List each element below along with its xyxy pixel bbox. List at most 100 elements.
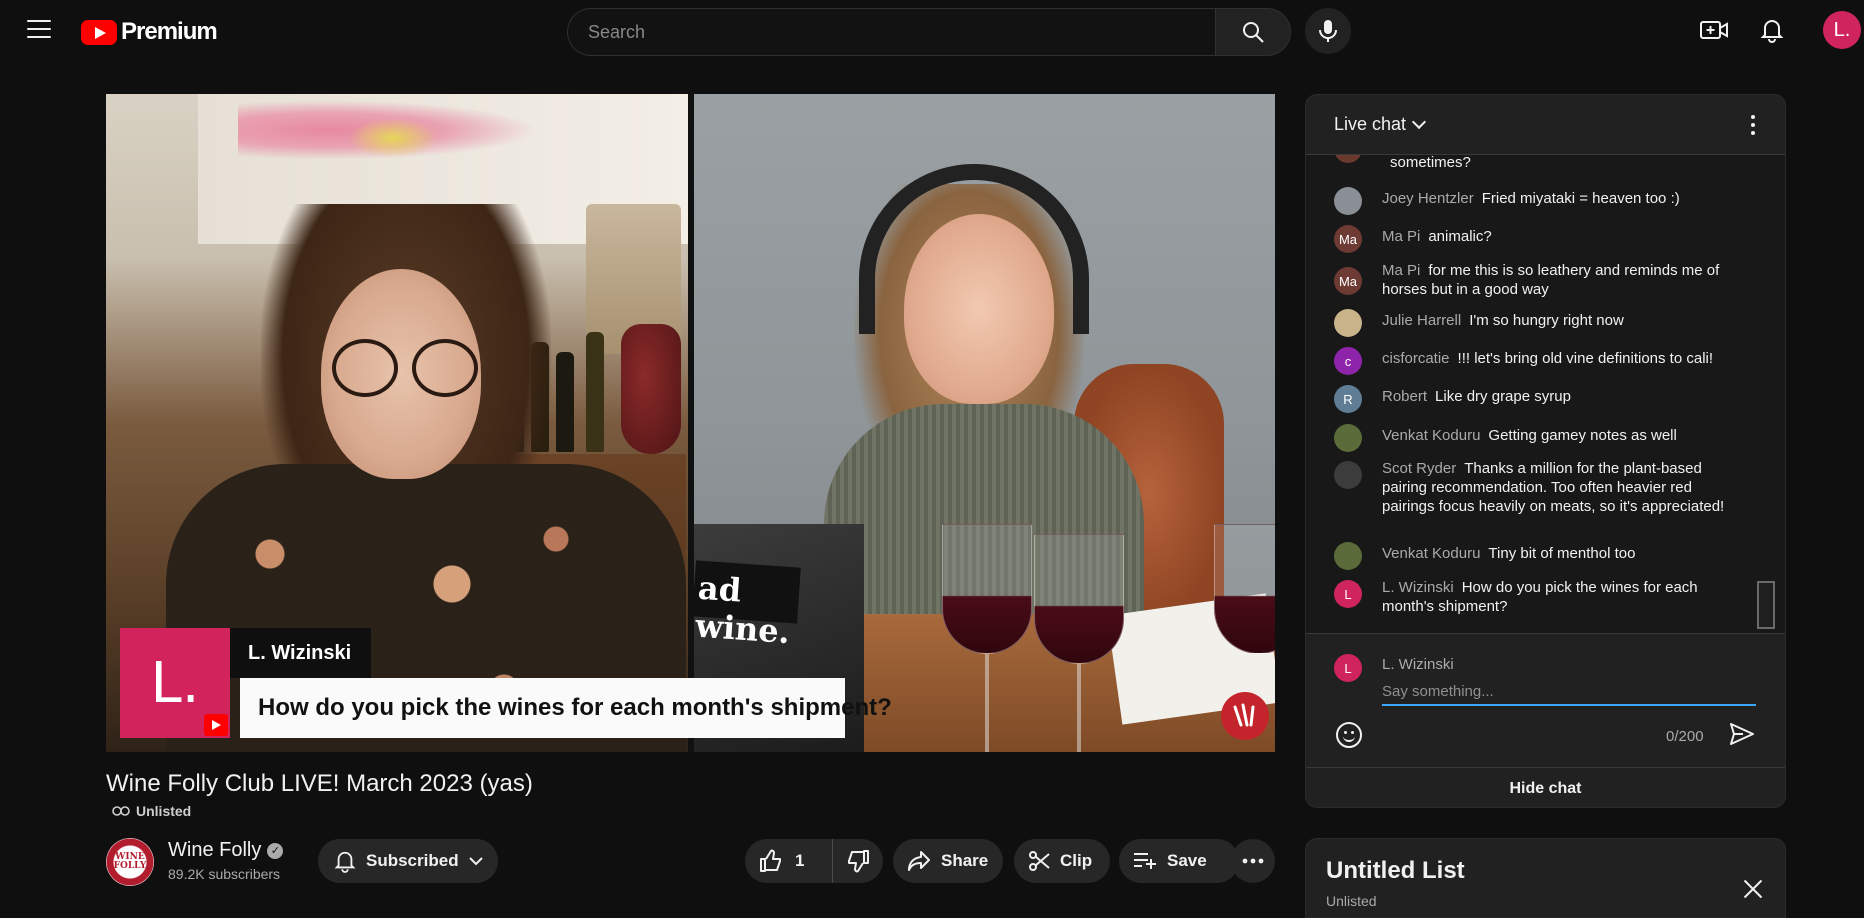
microphone-icon [1319,20,1337,42]
subscribed-button[interactable]: Subscribed [318,839,498,883]
chat-avatar: L [1334,580,1362,608]
channel-watermark-icon[interactable] [1221,692,1269,740]
chat-author: cisforcatie [1382,350,1450,367]
chat-message: L L. Wizinski How do you pick the wines f… [1334,578,1734,616]
more-horizontal-icon [1242,858,1264,864]
chat-avatar [1334,424,1362,452]
chat-scrollbar[interactable] [1757,581,1775,629]
playlist-panel: Untitled List Unlisted [1305,838,1786,918]
emoji-icon[interactable] [1336,722,1362,748]
chat-message: c cisforcatie !!! let's bring old vine de… [1334,347,1734,375]
close-icon[interactable] [1743,879,1763,899]
chat-input-area: L L. Wizinski 0/200 [1306,633,1785,767]
chat-more-icon[interactable] [1751,115,1755,135]
notifications-button[interactable] [1756,14,1788,46]
search-bar [567,8,1291,56]
chat-avatar [1334,187,1362,215]
chat-text: Fried miyataki = heaven too :) [1481,190,1680,207]
channel-name-link[interactable]: Wine Folly ✓ [168,839,284,862]
dislike-button[interactable] [833,839,883,883]
chat-avatar: c [1334,347,1362,375]
create-button[interactable] [1698,14,1730,46]
channel-avatar[interactable]: WINE FOLLY [106,838,154,886]
chat-message: Julie Harrell I'm so hungry right now [1334,309,1734,337]
chat-message: R Robert Like dry grape syrup [1334,385,1734,413]
chat-text: Like dry grape syrup [1435,388,1571,405]
chat-title: Live chat [1334,114,1407,134]
link-icon [112,806,130,816]
laptop-sticker: ad wine. [692,560,801,651]
chat-message-input[interactable] [1382,678,1756,706]
like-button[interactable]: 1 [745,839,833,883]
save-label: Save [1167,851,1207,870]
subscriber-count: 89.2K subscribers [168,866,281,882]
youtube-premium-logo[interactable]: Premium [81,18,218,46]
video-player[interactable]: ad wine. L. L. Wizinski How do you pick … [106,94,1275,752]
chat-avatar [1334,309,1362,337]
chat-message: Ma Ma Pi animalic? [1334,225,1734,253]
clip-button[interactable]: Clip [1014,839,1110,883]
chat-message: Scot Ryder Thanks a million for the plant… [1334,459,1734,516]
chat-avatar: Ma [1334,225,1362,253]
chat-text: sometimes? [1390,155,1471,171]
lower-third-name: L. Wizinski [230,628,372,678]
visibility-label: Unlisted [136,803,192,819]
top-bar: Premium L. [0,0,1864,62]
more-actions-button[interactable] [1231,839,1275,883]
chat-text: animalic? [1428,228,1492,245]
chat-avatar [1334,461,1362,489]
chevron-down-icon [468,857,483,866]
lower-third-question: How do you pick the wines for each month… [240,678,892,738]
chat-mode-selector[interactable]: Live chat [1334,114,1427,135]
bell-icon [1760,20,1784,43]
verified-check-icon: ✓ [267,842,284,859]
chat-author: L. Wizinski [1382,579,1454,596]
chat-avatar: R [1334,385,1362,413]
video-plus-icon [1700,21,1728,39]
chat-author: Joey Hentzler [1382,190,1474,207]
share-label: Share [941,851,989,870]
chat-message: Joey Hentzler Fried miyataki = heaven too… [1334,187,1734,215]
visibility-badge: Unlisted [112,803,191,819]
chat-author: Ma Pi [1382,228,1421,245]
scissors-icon [1029,851,1050,871]
youtube-small-icon [204,714,228,736]
menu-icon[interactable] [27,20,51,38]
video-right-panel: ad wine. [692,94,1275,752]
chat-text: !!! let's bring old vine definitions to … [1457,350,1714,367]
share-arrow-icon [908,851,930,871]
search-button[interactable] [1215,8,1291,56]
wine-glass [942,524,1032,654]
chat-input-avatar: L [1334,654,1362,682]
chat-author: Scot Ryder [1382,460,1457,477]
voice-search-button[interactable] [1305,8,1351,54]
chat-avatar [1334,155,1362,163]
chat-input-name: L. Wizinski [1382,656,1454,673]
chat-message: Venkat Koduru Tiny bit of menthol too [1334,542,1734,570]
live-chat-panel: Live chat sometimes? Joey Hentzler Fried … [1305,94,1786,808]
chat-text: Getting gamey notes as well [1488,427,1677,444]
glasses [326,339,478,397]
account-avatar[interactable]: L. [1823,11,1861,49]
clip-label: Clip [1060,851,1093,870]
chat-author: Julie Harrell [1382,312,1462,329]
chat-message: Ma Ma Pi for me this is so leathery and r… [1334,261,1734,299]
chat-messages: sometimes? Joey Hentzler Fried miyataki =… [1306,155,1785,633]
chat-message: Venkat Koduru Getting gamey notes as well [1334,424,1734,452]
chat-text: for me this is so leathery and reminds m… [1382,262,1720,298]
send-button[interactable] [1729,722,1755,751]
video-title: Wine Folly Club LIVE! March 2023 (yas) [106,770,533,797]
bell-icon [334,851,356,873]
playlist-title: Untitled List [1326,857,1465,884]
subscribed-label: Subscribed [366,851,459,870]
playlist-subtitle: Unlisted [1326,893,1377,909]
hide-chat-button[interactable]: Hide chat [1306,767,1785,807]
search-input[interactable] [567,8,1215,56]
search-icon [1243,22,1264,43]
chat-author: Venkat Koduru [1382,427,1481,444]
chat-author: Venkat Koduru [1382,545,1481,562]
chat-text: Tiny bit of menthol too [1488,545,1636,562]
chat-avatar: Ma [1334,267,1362,295]
save-button[interactable]: Save [1119,839,1239,883]
share-button[interactable]: Share [893,839,1003,883]
